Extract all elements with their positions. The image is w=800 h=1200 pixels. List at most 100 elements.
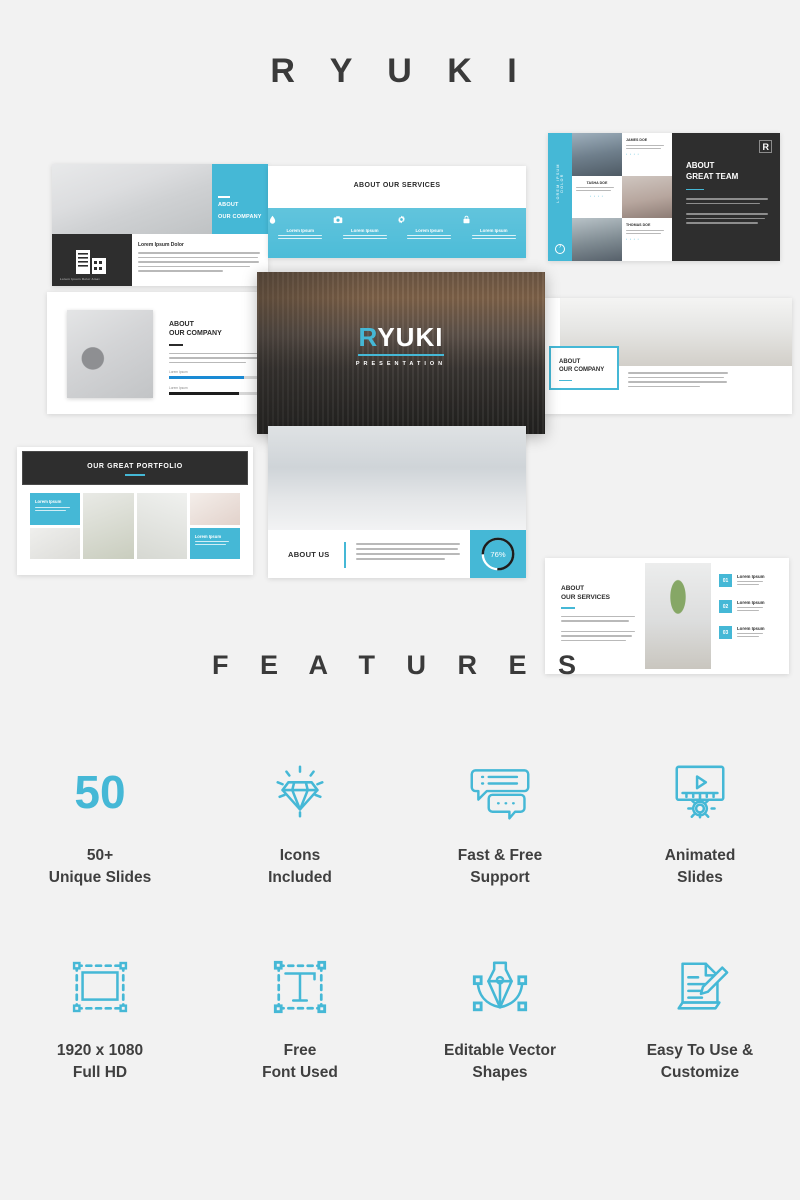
feature-free-font: Free Font Used bbox=[200, 940, 400, 1135]
hero-logo-word: RYUKI bbox=[257, 324, 545, 350]
heading-rule bbox=[686, 188, 704, 191]
dark-panel-caption: Lorem Ipsum Dolor Amet bbox=[60, 277, 100, 281]
slide-heading-line2: GREAT TEAM bbox=[686, 171, 739, 181]
progress-fill bbox=[169, 392, 239, 396]
team-member-grid: JAMES DOE • • • • TASHA DOE • • • • THOM… bbox=[572, 133, 672, 261]
member-social-icons: • • • • bbox=[590, 194, 604, 199]
progress-track bbox=[169, 376, 261, 380]
pen-tool-icon bbox=[472, 961, 528, 1012]
slide-heading-line2: OUR SERVICES bbox=[561, 594, 611, 602]
feature-easy-customize: Easy To Use & Customize bbox=[600, 940, 800, 1135]
brand-logo-icon: R bbox=[759, 140, 772, 153]
slide-title-bar: OUR GREAT PORTFOLIO bbox=[22, 451, 248, 485]
slide-title: ABOUT US bbox=[288, 550, 330, 559]
service-column: Lorem Ipsum bbox=[268, 208, 333, 258]
next-arrow-icon[interactable] bbox=[555, 243, 565, 254]
slide-photo-workspace bbox=[67, 310, 153, 398]
slide-our-great-portfolio[interactable]: OUR GREAT PORTFOLIO Lorem Ipsum Lorem Ip… bbox=[17, 447, 253, 575]
hero-logo: RYUKI PRESENTATION bbox=[257, 324, 545, 367]
member-photo bbox=[572, 133, 622, 176]
logo-letter: R bbox=[762, 141, 770, 152]
slide-heading-line1: ABOUT bbox=[561, 585, 585, 592]
progress-ring-icon: 76% bbox=[481, 537, 515, 571]
features-grid: 50 50+ Unique Slides Icons Included Fast… bbox=[0, 745, 800, 1135]
feature-vector-shapes: Editable Vector Shapes bbox=[400, 940, 600, 1135]
slide-heading-box: ABOUT OUR COMPANY bbox=[549, 346, 619, 390]
stat-value: 76% bbox=[490, 550, 505, 559]
hero-logo-subtitle: PRESENTATION bbox=[355, 360, 447, 367]
service-label: Lorem Ipsum bbox=[415, 228, 444, 233]
slide-heading-line2: OUR COMPANY bbox=[169, 330, 222, 338]
feature-animated-slides: Animated Slides bbox=[600, 745, 800, 940]
slide-about-great-team[interactable]: LOREM IPSUM DOLOR JAMES DOE • • • • TASH… bbox=[548, 133, 780, 261]
services-item-list: 01 Lorem Ipsum 02 Lorem Ipsum 03 Lorem I… bbox=[719, 574, 781, 652]
slide-photo-desk bbox=[52, 164, 212, 234]
chat-bubbles-icon bbox=[470, 769, 530, 820]
poster-page: R Y U K I ABOUT OUR COMPANY Lorem Ipsum … bbox=[0, 0, 800, 1200]
service-column: Lorem Ipsum bbox=[333, 208, 398, 258]
member-social-icons: • • • • bbox=[626, 151, 640, 156]
tile-heading: Lorem Ipsum bbox=[194, 533, 222, 539]
animation-gear-icon bbox=[675, 765, 725, 819]
rail-text: LOREM IPSUM DOLOR bbox=[556, 163, 564, 203]
portfolio-tile[interactable] bbox=[136, 493, 187, 559]
slide-body: Lorem Ipsum Dolor bbox=[138, 242, 260, 272]
service-label: Lorem Ipsum bbox=[286, 228, 315, 233]
slide-company-with-progress-bars[interactable]: ABOUT OUR COMPANY Lorem Ipsum Lorem Ipsu… bbox=[47, 292, 275, 414]
crop-frame-icon bbox=[72, 961, 128, 1013]
service-label: Lorem Ipsum bbox=[479, 228, 508, 233]
slide-heading-line2: OUR COMPANY bbox=[559, 367, 605, 374]
service-label: Lorem Ipsum bbox=[350, 228, 379, 233]
slide-about-us[interactable]: ABOUT US 76% bbox=[268, 426, 526, 578]
team-member-card: TASHA DOE • • • • bbox=[572, 175, 622, 219]
diamond-icon bbox=[276, 765, 324, 818]
item-heading: Lorem Ipsum bbox=[737, 574, 765, 579]
slide-company-meeting-room[interactable]: ABOUT OUR COMPANY bbox=[544, 298, 792, 414]
lock-icon bbox=[463, 215, 469, 224]
stat-block: 76% bbox=[470, 530, 526, 578]
slide-photo-retail-store bbox=[268, 426, 526, 530]
heading-rule bbox=[561, 607, 575, 609]
portfolio-tile[interactable] bbox=[189, 493, 240, 525]
feature-label: Free Font Used bbox=[262, 1042, 338, 1081]
slide-text-side: ABOUT OUR SERVICES bbox=[561, 584, 635, 642]
slide-about-our-services-icons[interactable]: ABOUT OUR SERVICES Lorem Ipsum Lorem Ips… bbox=[268, 166, 526, 258]
team-member-card: THOMAS DOE • • • • bbox=[622, 218, 672, 261]
item-heading: Lorem Ipsum bbox=[737, 600, 765, 605]
slide-heading-line1: ABOUT bbox=[169, 321, 194, 328]
slide-heading-line1: ABOUT bbox=[218, 202, 239, 208]
slide-title-hero[interactable]: RYUKI PRESENTATION bbox=[257, 272, 545, 434]
portfolio-tile[interactable] bbox=[83, 493, 134, 559]
list-item: 02 Lorem Ipsum bbox=[719, 600, 781, 613]
portfolio-tile[interactable]: Lorem Ipsum bbox=[189, 527, 240, 559]
feature-unique-slides: 50 50+ Unique Slides bbox=[0, 745, 200, 940]
progress-label: Lorem Ipsum bbox=[169, 386, 188, 391]
portfolio-tile[interactable]: Lorem Ipsum bbox=[30, 493, 81, 525]
progress-label: Lorem Ipsum bbox=[169, 370, 188, 375]
heading-rule bbox=[559, 379, 572, 382]
features-section-title: F E A T U R E S bbox=[211, 650, 588, 680]
feature-label: Easy To Use & Customize bbox=[646, 1042, 754, 1081]
member-photo bbox=[572, 218, 622, 261]
tile-heading: Lorem Ipsum bbox=[35, 499, 62, 504]
page-title: R Y U K I bbox=[270, 52, 530, 90]
progress-bar-row: Lorem Ipsum bbox=[169, 370, 261, 380]
item-number: 02 bbox=[719, 600, 732, 613]
feature-label: 50+ Unique Slides bbox=[48, 847, 152, 886]
portfolio-tile[interactable] bbox=[30, 527, 81, 559]
slide-heading-block: ABOUT OUR COMPANY bbox=[212, 164, 268, 234]
slide-preview-collage: ABOUT OUR COMPANY Lorem Ipsum Dolor Amet bbox=[0, 130, 800, 674]
item-number: 01 bbox=[719, 574, 732, 587]
feature-label: Fast & Free Support bbox=[457, 847, 543, 886]
feature-label: Editable Vector Shapes bbox=[444, 1042, 556, 1081]
slide-about-our-company-intro[interactable]: ABOUT OUR COMPANY Lorem Ipsum Dolor Amet bbox=[52, 164, 268, 286]
heading-dash bbox=[218, 196, 230, 198]
feature-icons-included: Icons Included bbox=[200, 745, 400, 940]
number-50: 50 bbox=[74, 753, 125, 831]
slide-side-rail: LOREM IPSUM DOLOR bbox=[548, 133, 572, 261]
slide-body-heading: Lorem Ipsum Dolor bbox=[138, 242, 184, 248]
slide-title: ABOUT OUR SERVICES bbox=[353, 182, 441, 189]
slide-heading-line1: ABOUT bbox=[559, 359, 581, 365]
slide-paragraph bbox=[356, 543, 460, 560]
slide-dark-panel: Lorem Ipsum Dolor Amet bbox=[52, 234, 132, 286]
